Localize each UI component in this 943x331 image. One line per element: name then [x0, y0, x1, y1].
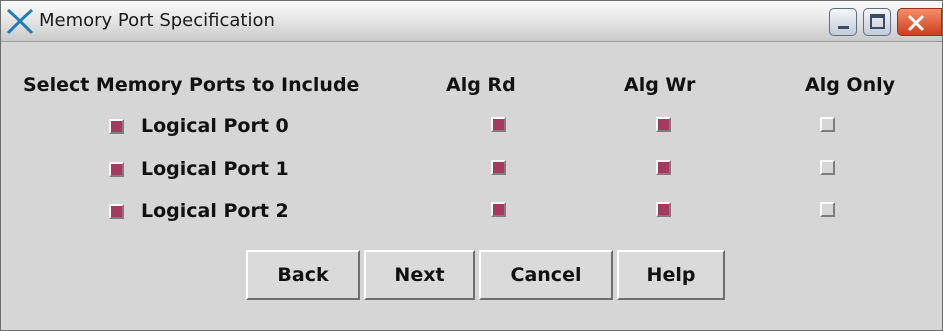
- close-icon: [907, 14, 925, 32]
- alg-wr-port-1-checkbox[interactable]: [656, 160, 671, 175]
- alg-only-port-0-checkbox[interactable]: [820, 117, 835, 132]
- minimize-button[interactable]: [829, 8, 857, 36]
- minimize-icon: [838, 26, 849, 29]
- port-0-label: Logical Port 0: [141, 115, 289, 137]
- cancel-button[interactable]: Cancel: [479, 250, 613, 300]
- alg-only-port-1-checkbox[interactable]: [820, 160, 835, 175]
- include-port-2-checkbox[interactable]: [109, 204, 124, 219]
- alg-rd-header: Alg Rd: [446, 74, 516, 96]
- port-2-label: Logical Port 2: [141, 200, 289, 222]
- alg-wr-port-0-checkbox[interactable]: [656, 117, 671, 132]
- include-port-0-checkbox[interactable]: [109, 119, 124, 134]
- alg-rd-port-0-checkbox[interactable]: [491, 117, 506, 132]
- alg-rd-port-2-checkbox[interactable]: [491, 202, 506, 217]
- alg-rd-port-1-checkbox[interactable]: [491, 160, 506, 175]
- next-button[interactable]: Next: [364, 250, 475, 300]
- alg-wr-port-2-checkbox[interactable]: [656, 202, 671, 217]
- back-button[interactable]: Back: [246, 250, 360, 300]
- alg-only-port-2-checkbox[interactable]: [820, 202, 835, 217]
- select-ports-header: Select Memory Ports to Include: [23, 74, 360, 96]
- window-title: Memory Port Specification: [39, 10, 275, 31]
- close-button[interactable]: [897, 8, 942, 36]
- port-1-label: Logical Port 1: [141, 158, 289, 180]
- title-bar[interactable]: Memory Port Specification: [1, 1, 942, 42]
- memory-port-dialog: Memory Port Specification Select Memory …: [0, 0, 943, 331]
- alg-only-header: Alg Only: [805, 74, 896, 96]
- maximize-icon: [870, 14, 885, 29]
- x-cross-icon: [6, 8, 34, 35]
- include-port-1-checkbox[interactable]: [109, 162, 124, 177]
- maximize-button[interactable]: [863, 8, 891, 36]
- alg-wr-header: Alg Wr: [624, 74, 696, 96]
- help-button[interactable]: Help: [617, 250, 725, 300]
